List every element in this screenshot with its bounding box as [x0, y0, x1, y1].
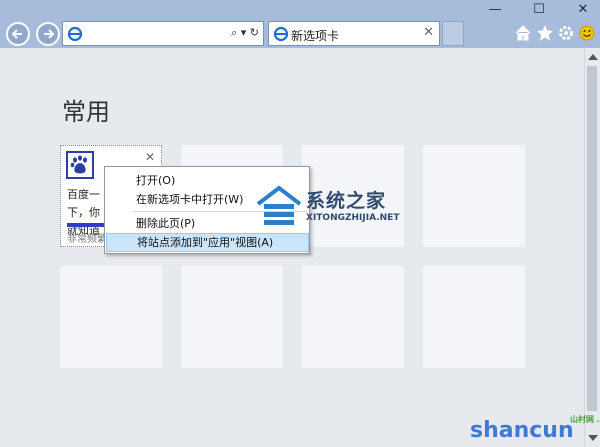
- site-tile-empty[interactable]: [423, 145, 525, 247]
- scroll-thumb[interactable]: [587, 66, 597, 411]
- site-tile-empty[interactable]: [423, 266, 525, 368]
- watermark-url: XITONGZHIJIA.NET: [306, 213, 400, 223]
- menu-item-add-to-apps[interactable]: 将站点添加到"应用"视图(A): [106, 233, 309, 252]
- new-tab-button[interactable]: [442, 21, 464, 46]
- scroll-up-icon[interactable]: [588, 54, 598, 60]
- settings-icon[interactable]: [557, 24, 575, 42]
- site-tile-empty[interactable]: [181, 266, 283, 368]
- site-tile-empty[interactable]: [302, 266, 404, 368]
- site-tile-empty[interactable]: [60, 266, 162, 368]
- frequent-section-title: 常用: [62, 98, 110, 126]
- forward-icon: [44, 29, 55, 39]
- tab-title: 新选项卡: [291, 29, 340, 43]
- scroll-down-icon[interactable]: [588, 435, 598, 441]
- tile-close-icon[interactable]: ✕: [145, 150, 155, 164]
- tab-new-tab[interactable]: 新选项卡 ✕: [268, 21, 440, 46]
- corner-brand-sub: 山村网 .net: [570, 415, 600, 424]
- frequency-label: 非常频繁: [67, 234, 107, 245]
- smiley-icon[interactable]: [578, 24, 596, 42]
- baidu-paw-icon: [66, 151, 94, 179]
- watermark-title: 系统之家: [306, 190, 387, 212]
- back-button[interactable]: [6, 22, 30, 46]
- home-icon[interactable]: [514, 24, 532, 42]
- corner-brand: shancun: [470, 418, 574, 443]
- close-window-button[interactable]: ✕: [568, 0, 598, 20]
- frequency-bar: [67, 223, 105, 227]
- favorites-icon[interactable]: [536, 24, 554, 42]
- ie-page-icon: [67, 26, 83, 42]
- corner-watermark: shancun 山村网 .net: [470, 415, 600, 443]
- address-tools-icons[interactable]: ⌕ ▾ ↻: [231, 26, 259, 40]
- minimize-button[interactable]: —: [480, 0, 510, 20]
- ie-tab-icon: [273, 26, 289, 42]
- maximize-button[interactable]: ☐: [524, 0, 554, 20]
- site-watermark: 系统之家 XITONGZHIJIA.NET: [256, 186, 436, 230]
- address-bar[interactable]: ⌕ ▾ ↻: [62, 21, 264, 46]
- browser-chrome: — ☐ ✕ ⌕ ▾ ↻ 新选项卡 ✕: [0, 0, 600, 48]
- forward-button[interactable]: [36, 22, 60, 46]
- house-logo-icon: [256, 186, 302, 225]
- tab-close-icon[interactable]: ✕: [423, 25, 434, 40]
- vertical-scrollbar[interactable]: [584, 48, 600, 447]
- back-icon: [11, 29, 22, 39]
